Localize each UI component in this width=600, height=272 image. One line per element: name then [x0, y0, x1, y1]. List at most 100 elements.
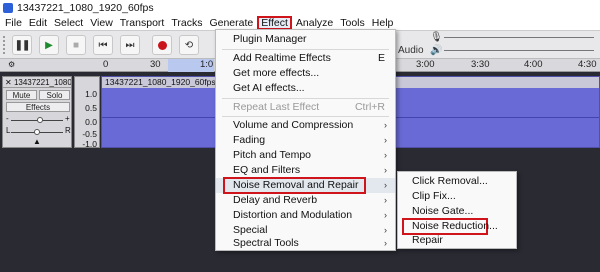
menu-edit[interactable]: Edit	[26, 17, 50, 29]
record-meter[interactable]	[444, 37, 594, 38]
menu-item-volume-and-compression[interactable]: Volume and Compression ›	[216, 118, 395, 133]
menu-item-repair[interactable]: Repair	[398, 233, 516, 248]
scale-label: 0.5	[85, 103, 97, 113]
skip-start-icon: ⏮	[98, 39, 108, 51]
menu-item-plugin-manager[interactable]: Plugin Manager	[216, 32, 395, 47]
menu-item-label: Noise Gate...	[412, 205, 474, 217]
play-button[interactable]: ▶	[39, 35, 59, 55]
pan-right-label: R	[65, 126, 71, 135]
menu-item-label: Fading	[233, 134, 266, 146]
toolbar-grip[interactable]	[3, 36, 6, 54]
pan-knob[interactable]	[34, 129, 40, 135]
chevron-right-icon: ›	[384, 135, 387, 145]
menu-item-label: Noise Reduction...	[412, 220, 498, 232]
track-name: 13437221_1080_	[13, 78, 71, 87]
menu-item-eq-and-filters[interactable]: EQ and Filters ›	[216, 163, 395, 178]
menu-shortcut: E	[377, 52, 385, 64]
skip-end-button[interactable]: ⏭	[120, 35, 140, 55]
menu-tools[interactable]: Tools	[337, 17, 368, 29]
menu-item-label: EQ and Filters	[233, 164, 301, 176]
menu-item-label: Pitch and Tempo	[233, 149, 312, 161]
menu-item-noise-removal-and-repair[interactable]: Noise Removal and Repair ›	[216, 177, 395, 194]
ruler-tick: 3:00	[416, 59, 435, 70]
menu-shortcut: Ctrl+R	[354, 101, 385, 113]
menu-item-label: Noise Removal and Repair	[233, 179, 359, 191]
menu-separator	[222, 116, 389, 117]
ruler-settings-icon[interactable]: ⚙	[8, 59, 15, 71]
menu-select[interactable]: Select	[51, 17, 86, 29]
ruler-tick: 3:30	[471, 59, 490, 70]
menu-view[interactable]: View	[87, 17, 116, 29]
close-track-icon[interactable]: ✕	[5, 78, 14, 87]
menu-item-add-realtime-effects[interactable]: Add Realtime Effects E	[216, 51, 395, 66]
collapse-track-icon[interactable]: ▲	[33, 137, 41, 146]
menu-item-label: Repair	[412, 234, 443, 246]
menu-item-label: Plugin Manager	[233, 33, 307, 45]
effects-button[interactable]: Effects	[6, 102, 70, 112]
ruler-tick: 4:30	[578, 59, 597, 70]
menu-item-get-ai-effects[interactable]: Get AI effects...	[216, 81, 395, 96]
menu-item-delay-and-reverb[interactable]: Delay and Reverb ›	[216, 193, 395, 208]
menu-item-label: Add Realtime Effects	[233, 52, 331, 64]
window-title: 13437221_1080_1920_60fps	[17, 2, 154, 14]
scale-label: 0.0	[85, 117, 97, 127]
gain-knob[interactable]	[37, 117, 43, 123]
chevron-right-icon: ›	[384, 120, 387, 130]
menu-file[interactable]: File	[2, 17, 25, 29]
chevron-right-icon: ›	[384, 195, 387, 205]
chevron-right-icon: ›	[384, 210, 387, 220]
menu-separator	[222, 49, 389, 50]
amplitude-scale: 1.0 0.5 0.0 -0.5 -1.0	[74, 76, 100, 149]
title-bar: 13437221_1080_1920_60fps	[0, 0, 600, 16]
solo-button[interactable]: Solo	[39, 90, 70, 100]
menu-item-label: Distortion and Modulation	[233, 209, 353, 221]
menu-bar: File Edit Select View Transport Tracks G…	[0, 16, 600, 30]
app-icon	[3, 3, 13, 13]
gain-plus-label: +	[65, 114, 70, 123]
chevron-right-icon: ›	[384, 150, 387, 160]
chevron-right-icon: ›	[384, 165, 387, 175]
menu-item-get-more-effects[interactable]: Get more effects...	[216, 66, 395, 81]
menu-analyze[interactable]: Analyze	[293, 17, 336, 29]
menu-tracks[interactable]: Tracks	[168, 17, 205, 29]
gain-minus-label: -	[6, 114, 9, 123]
skip-start-button[interactable]: ⏮	[93, 35, 113, 55]
menu-item-label: Repeat Last Effect	[233, 101, 320, 113]
menu-item-pitch-and-tempo[interactable]: Pitch and Tempo ›	[216, 148, 395, 163]
menu-item-label: Special	[233, 224, 268, 236]
effect-menu: Plugin Manager Add Realtime Effects E Get…	[215, 29, 396, 251]
ruler-tick: 0	[103, 59, 109, 70]
menu-transport[interactable]: Transport	[117, 17, 168, 29]
menu-generate[interactable]: Generate	[206, 17, 256, 29]
meter-toolbar: Audio 🎙 🔊	[396, 31, 600, 60]
menu-item-clip-fix[interactable]: Clip Fix...	[398, 189, 516, 204]
menu-item-label: Volume and Compression	[233, 119, 354, 131]
track-name-label[interactable]: ✕ 13437221_1080_	[3, 77, 71, 88]
pan-left-label: L	[6, 126, 11, 135]
mute-button[interactable]: Mute	[6, 90, 37, 100]
menu-item-noise-gate[interactable]: Noise Gate...	[398, 204, 516, 219]
audio-setup-label[interactable]: Audio	[398, 45, 424, 56]
record-button[interactable]	[152, 35, 172, 55]
loop-icon: ⟲	[184, 39, 194, 51]
menu-item-distortion-and-modulation[interactable]: Distortion and Modulation ›	[216, 208, 395, 223]
play-icon: ▶	[45, 39, 53, 51]
menu-item-fading[interactable]: Fading ›	[216, 133, 395, 148]
loop-button[interactable]: ⟲	[179, 35, 199, 55]
pause-button[interactable]: ❚❚	[12, 35, 32, 55]
menu-item-spectral-tools[interactable]: Spectral Tools ›	[216, 236, 395, 251]
menu-effect[interactable]: Effect	[257, 16, 292, 30]
playback-meter[interactable]	[444, 50, 594, 51]
menu-item-noise-reduction[interactable]: Noise Reduction...	[398, 218, 516, 235]
menu-help[interactable]: Help	[369, 17, 397, 29]
speaker-icon: 🔊	[430, 45, 443, 56]
chevron-right-icon: ›	[384, 180, 387, 190]
ruler-tick: 4:00	[524, 59, 543, 70]
menu-item-label: Spectral Tools	[233, 237, 299, 249]
microphone-icon: 🎙	[430, 32, 443, 43]
stop-button[interactable]: ■	[66, 35, 86, 55]
ruler-tick: 1:0	[200, 59, 214, 70]
menu-item-click-removal[interactable]: Click Removal...	[398, 174, 516, 189]
stop-icon: ■	[72, 39, 80, 51]
menu-item-label: Get AI effects...	[233, 82, 305, 94]
